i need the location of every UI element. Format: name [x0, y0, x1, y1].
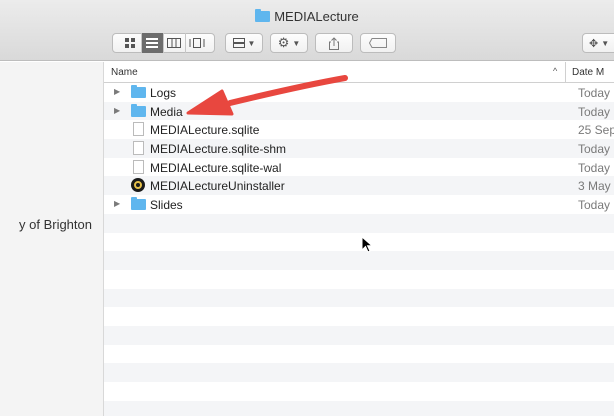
file-name: Media	[150, 104, 183, 119]
chevron-down-icon: ▼	[292, 38, 301, 48]
window-title-text: MEDIALecture	[274, 9, 359, 24]
table-row[interactable]: MEDIALecture.sqlite-shm Today	[104, 139, 614, 158]
document-icon	[133, 141, 144, 156]
table-row[interactable]: MEDIALecture.sqlite 25 Sep	[104, 120, 614, 139]
arrange-icon	[232, 38, 245, 48]
file-name: MEDIALecture.sqlite	[150, 123, 260, 138]
folder-icon	[131, 85, 146, 98]
file-name: MEDIALectureUninstaller	[150, 179, 285, 194]
file-date: 25 Sep	[578, 123, 614, 138]
table-row[interactable]: MEDIALectureUninstaller 3 May	[104, 176, 614, 196]
file-date: Today	[578, 86, 611, 100]
grid-icon	[125, 38, 135, 48]
icon-view-button[interactable]	[120, 33, 142, 53]
chevron-down-icon: ▼	[601, 38, 610, 48]
list-icon	[146, 38, 158, 48]
disclosure-triangle-icon[interactable]: ▶	[114, 87, 120, 96]
gallery-icon	[189, 38, 204, 48]
file-name: Slides	[150, 198, 183, 213]
mouse-cursor-icon	[361, 236, 373, 253]
empty-row	[104, 270, 614, 289]
column-header: Name ^ Date M	[104, 62, 614, 83]
sidebar: y of Brighton	[0, 62, 104, 416]
file-date: Today	[578, 198, 611, 213]
column-view-button[interactable]	[164, 33, 186, 53]
table-row[interactable]: ▶ Logs Today	[104, 83, 614, 102]
file-rows: ▶ Logs Today ▶ Media Today MEDIALecture.…	[104, 83, 614, 416]
empty-row	[104, 233, 614, 252]
document-icon	[133, 122, 144, 137]
empty-row	[104, 325, 614, 345]
dropbox-icon: ✥	[589, 37, 599, 50]
file-list: Name ^ Date M ▶ Logs Today ▶ Media Today…	[104, 62, 614, 416]
column-header-name[interactable]: Name	[111, 67, 138, 78]
table-row[interactable]: ▶ Media Today	[104, 101, 614, 121]
app-icon	[131, 178, 145, 193]
empty-row	[104, 251, 614, 270]
share-icon	[329, 36, 339, 50]
file-date: Today	[578, 160, 611, 175]
column-header-date-modified[interactable]: Date M	[572, 67, 604, 78]
view-mode-segmented-control[interactable]	[112, 33, 215, 53]
empty-row	[104, 363, 614, 382]
table-row[interactable]: ▶ Slides Today	[104, 195, 614, 214]
disclosure-triangle-icon[interactable]: ▶	[114, 199, 120, 208]
action-button[interactable]: ⚙ ▼	[270, 33, 308, 53]
disclosure-triangle-icon[interactable]: ▶	[114, 106, 120, 115]
file-name: MEDIALecture.sqlite-shm	[150, 142, 287, 157]
tag-icon	[369, 38, 387, 48]
sort-ascending-icon: ^	[553, 66, 558, 76]
sidebar-item-location[interactable]: y of Brighton	[19, 217, 92, 232]
list-view-button[interactable]	[141, 33, 164, 53]
columns-icon	[167, 38, 181, 48]
title-bar: MEDIALecture ▼ ⚙ ▼ ✥ ▼	[0, 0, 614, 61]
empty-row	[104, 213, 614, 233]
chevron-down-icon: ▼	[247, 38, 256, 48]
dropbox-button[interactable]: ✥ ▼	[582, 33, 614, 53]
empty-row	[104, 307, 614, 326]
folder-icon	[131, 197, 146, 211]
tags-button[interactable]	[360, 33, 396, 53]
folder-icon	[255, 9, 271, 22]
gallery-view-button[interactable]	[186, 33, 208, 53]
arrange-button[interactable]: ▼	[225, 33, 263, 53]
share-button[interactable]	[315, 33, 353, 53]
empty-row	[104, 382, 614, 401]
empty-row	[104, 345, 614, 364]
document-icon	[133, 159, 144, 174]
file-date: Today	[578, 142, 611, 157]
folder-icon	[131, 103, 146, 117]
column-divider[interactable]	[565, 62, 566, 82]
gear-icon: ⚙	[277, 35, 290, 50]
file-name: Logs	[150, 86, 177, 100]
window-title: MEDIALecture	[0, 9, 614, 24]
table-row[interactable]: MEDIALecture.sqlite-wal Today	[104, 158, 614, 177]
empty-row	[104, 400, 614, 416]
file-date: 3 May	[578, 179, 611, 194]
file-name: MEDIALecture.sqlite-wal	[150, 160, 282, 175]
file-date: Today	[578, 104, 611, 119]
empty-row	[104, 288, 614, 308]
